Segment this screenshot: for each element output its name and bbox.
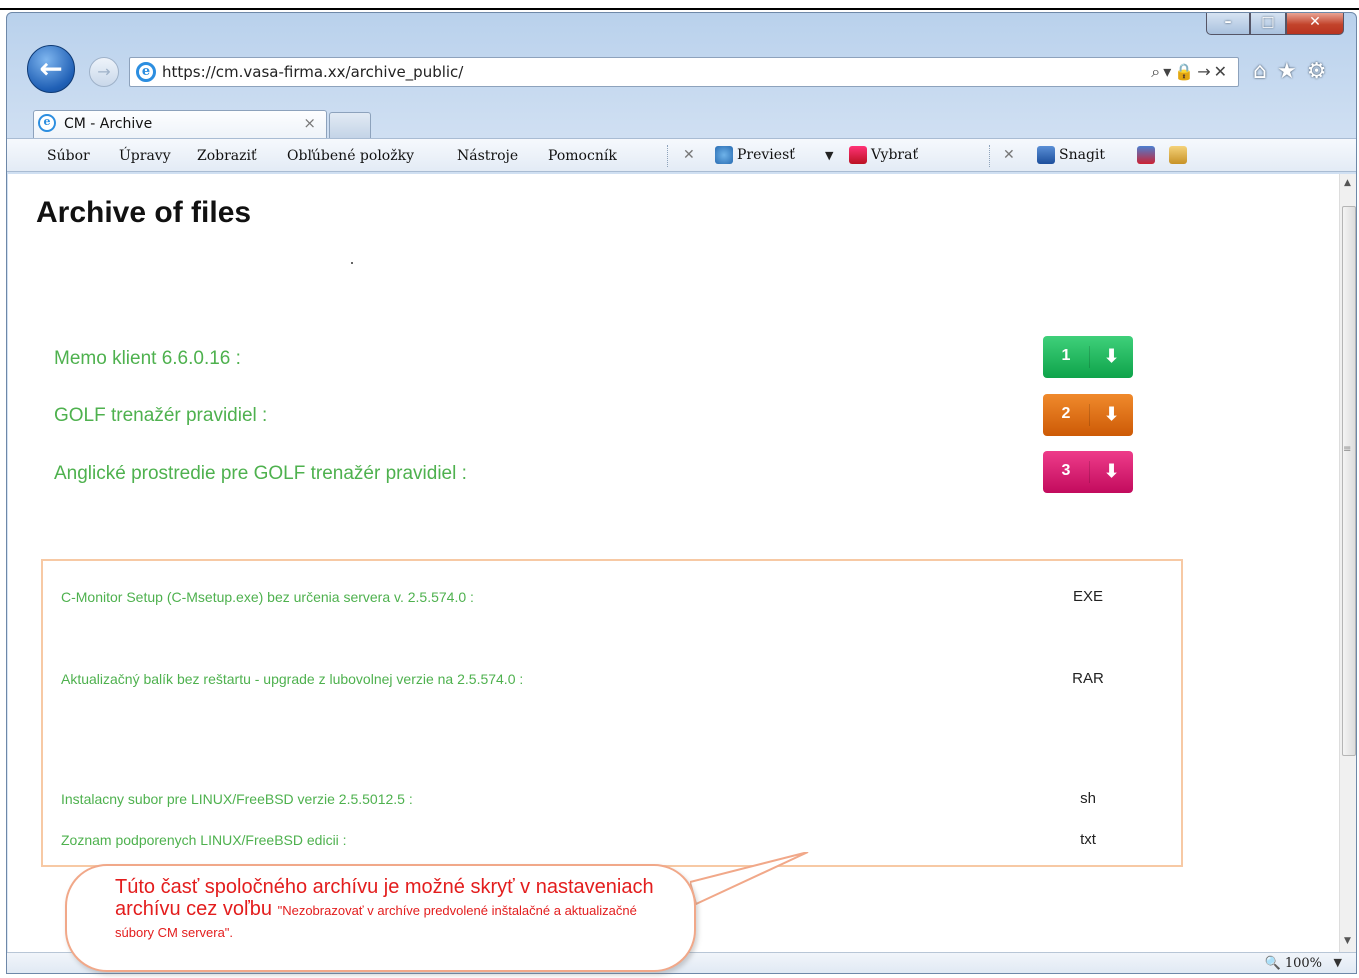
- info-callout: Túto časť spoločného archívu je možné sk…: [65, 864, 696, 972]
- download-number: 1: [1061, 347, 1071, 364]
- cm-file-link-txt[interactable]: txt: [1053, 831, 1123, 848]
- menu-bar: Súbor Úpravy Zobraziť Obľúbené položky N…: [7, 138, 1356, 172]
- download-button-2[interactable]: 2 ⬇: [1043, 394, 1133, 436]
- tab-title: CM - Archive: [64, 116, 153, 132]
- download-button-3[interactable]: 3 ⬇: [1043, 451, 1133, 493]
- cm-file-label-update: Aktualizačný balík bez reštartu - upgrad…: [61, 671, 524, 687]
- page-title: Archive of files: [36, 196, 252, 229]
- close-window-button[interactable]: ✕: [1286, 13, 1344, 35]
- zoom-value: 100%: [1284, 956, 1322, 971]
- menu-subor[interactable]: Súbor: [47, 148, 90, 164]
- menu-zobrazit[interactable]: Zobraziť: [197, 148, 257, 164]
- forward-arrow-icon: →: [97, 62, 111, 81]
- menu-nastroje[interactable]: Nástroje: [457, 148, 518, 164]
- toolbar-separator: [989, 145, 990, 167]
- lock-icon[interactable]: 🔒: [1174, 62, 1197, 81]
- snagit-icon[interactable]: [1037, 146, 1055, 164]
- cm-file-label-setup: C-Monitor Setup (C-Msetup.exe) bez určen…: [61, 589, 474, 605]
- minimize-icon: –: [1224, 14, 1232, 30]
- snagit-button[interactable]: Snagit: [1059, 147, 1105, 163]
- go-icon[interactable]: →: [1197, 62, 1213, 81]
- toolbar-separator: [667, 145, 668, 167]
- settings-gear-icon[interactable]: ⚙: [1307, 59, 1337, 84]
- close-toolbar-icon[interactable]: ✕: [683, 147, 695, 163]
- download-number: 2: [1061, 405, 1071, 422]
- scroll-thumb[interactable]: [1342, 206, 1356, 756]
- address-tools[interactable]: ⌕▾🔒→✕: [1151, 62, 1230, 82]
- snagit-capture-icon[interactable]: [1137, 146, 1155, 164]
- scroll-grip-icon: ≡: [1343, 444, 1352, 455]
- top-border-line: [0, 8, 1359, 10]
- menu-oblubene[interactable]: Obľúbené položky: [287, 148, 414, 164]
- download-arrow-icon: ⬇: [1089, 404, 1133, 426]
- download-arrow-icon: ⬇: [1089, 461, 1133, 483]
- callout-pointer: [690, 852, 809, 906]
- ie-logo-icon: e: [136, 62, 156, 82]
- maximize-icon: □: [1261, 14, 1275, 30]
- download-label-golf: GOLF trenažér pravidiel :: [54, 405, 268, 426]
- menu-upravy[interactable]: Úpravy: [119, 148, 171, 164]
- back-button[interactable]: ←: [27, 45, 75, 93]
- download-arrow-icon: ⬇: [1089, 346, 1133, 368]
- cm-file-link-exe[interactable]: EXE: [1053, 588, 1123, 605]
- address-bar[interactable]: e https://cm.vasa-firma.xx/archive_publi…: [129, 57, 1239, 87]
- tab-ie-icon: e: [38, 114, 56, 132]
- minimize-button[interactable]: –: [1206, 13, 1250, 35]
- download-number: 3: [1061, 462, 1071, 479]
- download-button-1[interactable]: 1 ⬇: [1043, 336, 1133, 378]
- callout-text: Túto časť spoločného archívu je možné sk…: [115, 876, 655, 942]
- translate-dropdown-icon[interactable]: ▼: [825, 149, 833, 162]
- right-toolbar: ⌂★⚙: [1253, 59, 1336, 84]
- back-arrow-icon: ←: [39, 52, 63, 85]
- select-button[interactable]: Vybrať: [871, 147, 918, 163]
- url-text[interactable]: https://cm.vasa-firma.xx/archive_public/: [162, 63, 463, 81]
- search-icon[interactable]: ⌕: [1151, 62, 1163, 81]
- favorites-star-icon[interactable]: ★: [1277, 59, 1307, 84]
- zoom-icon: 🔍: [1264, 956, 1281, 971]
- tab-close-icon[interactable]: ×: [303, 114, 316, 132]
- snagit-edit-icon[interactable]: [1169, 146, 1187, 164]
- dot-mark: [351, 262, 353, 264]
- cm-file-link-rar[interactable]: RAR: [1053, 670, 1123, 687]
- cm-file-label-editions: Zoznam podporenych LINUX/FreeBSD edicii …: [61, 832, 347, 848]
- page-viewport: Archive of files Memo klient 6.6.0.16 : …: [8, 174, 1339, 952]
- scroll-up-icon[interactable]: ▲: [1344, 178, 1351, 188]
- close-icon: ✕: [1309, 14, 1321, 30]
- forward-button[interactable]: →: [89, 57, 119, 87]
- cm-file-link-sh[interactable]: sh: [1053, 790, 1123, 807]
- menu-pomocnik[interactable]: Pomocník: [548, 148, 617, 164]
- download-label-memo: Memo klient 6.6.0.16 :: [54, 348, 241, 369]
- cm-file-label-linux: Instalacny subor pre LINUX/FreeBSD verzi…: [61, 791, 413, 807]
- maximize-button[interactable]: □: [1250, 13, 1286, 35]
- browser-window: – □ ✕ ← → e https://cm.vasa-firma.xx/arc…: [6, 12, 1357, 974]
- tab-cm-archive[interactable]: e CM - Archive ×: [33, 110, 327, 138]
- dropdown-icon[interactable]: ▾: [1163, 62, 1174, 81]
- select-icon[interactable]: [849, 146, 867, 164]
- translate-icon[interactable]: [715, 146, 733, 164]
- close-toolbar-icon[interactable]: ✕: [1003, 147, 1015, 163]
- translate-button[interactable]: Previesť: [737, 147, 795, 163]
- home-icon[interactable]: ⌂: [1253, 59, 1277, 84]
- vertical-scrollbar[interactable]: ▲ ≡ ▼: [1339, 174, 1356, 952]
- new-tab-button[interactable]: [329, 112, 371, 138]
- cm-server-files-box: C-Monitor Setup (C-Msetup.exe) bez určen…: [41, 559, 1183, 867]
- download-label-golf-en: Anglické prostredie pre GOLF trenažér pr…: [54, 463, 467, 484]
- zoom-dropdown-icon[interactable]: ▼: [1334, 956, 1342, 969]
- zoom-level[interactable]: 🔍 100%: [1265, 956, 1323, 971]
- stop-icon[interactable]: ✕: [1214, 62, 1230, 81]
- scroll-down-icon[interactable]: ▼: [1344, 936, 1351, 946]
